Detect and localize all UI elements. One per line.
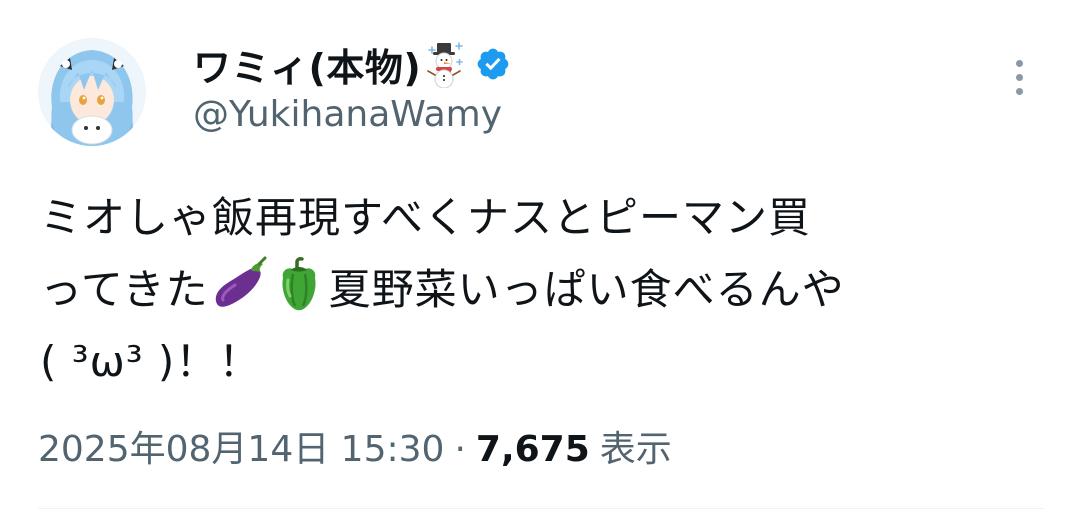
tweet-card: ワミィ(本物) @YukihanaWamy ミオしゃ飯再現すべくナスとピーマン買… xyxy=(0,0,1080,512)
user-handle[interactable]: @YukihanaWamy xyxy=(193,94,502,135)
views-count[interactable]: 7,675 xyxy=(476,429,590,470)
more-options-button[interactable] xyxy=(1004,52,1034,102)
tweet-text-line-2-end: 夏野菜いっぱい食べるんや xyxy=(328,265,845,314)
more-dot-icon xyxy=(1015,59,1023,67)
more-dot-icon xyxy=(1015,73,1023,81)
verified-badge-icon[interactable] xyxy=(475,46,511,82)
display-name[interactable]: ワミィ(本物) xyxy=(193,37,421,92)
snowman-icon xyxy=(425,40,465,89)
divider xyxy=(38,508,1044,509)
avatar[interactable] xyxy=(38,38,146,146)
meta-separator: · xyxy=(454,429,466,470)
views-label: 表示 xyxy=(599,429,672,470)
tweet-text-line-1: ミオしゃ飯再現すべくナスとピーマン買 xyxy=(40,193,812,242)
avatar-image xyxy=(38,38,146,146)
more-dot-icon xyxy=(1015,87,1023,95)
display-name-row[interactable]: ワミィ(本物) xyxy=(193,38,511,90)
tweet-text-line-2: ってきた 夏野菜いっぱい食べるんや xyxy=(40,254,1050,326)
bell-pepper-icon xyxy=(269,254,329,314)
tweet-text: ミオしゃ飯再現すべくナスとピーマン買 ってきた 夏野菜いっぱい食べるんや ( ³… xyxy=(40,182,1050,398)
tweet-text-line-3: ( ³ω³ )！！ xyxy=(40,337,262,386)
tweet-meta: 2025年08月14日 15:30 · 7,675 表示 xyxy=(38,420,672,472)
tweet-text-line-2-start: ってきた xyxy=(40,265,209,314)
eggplant-icon xyxy=(209,254,269,314)
timestamp-link[interactable]: 2025年08月14日 15:30 xyxy=(38,420,444,472)
